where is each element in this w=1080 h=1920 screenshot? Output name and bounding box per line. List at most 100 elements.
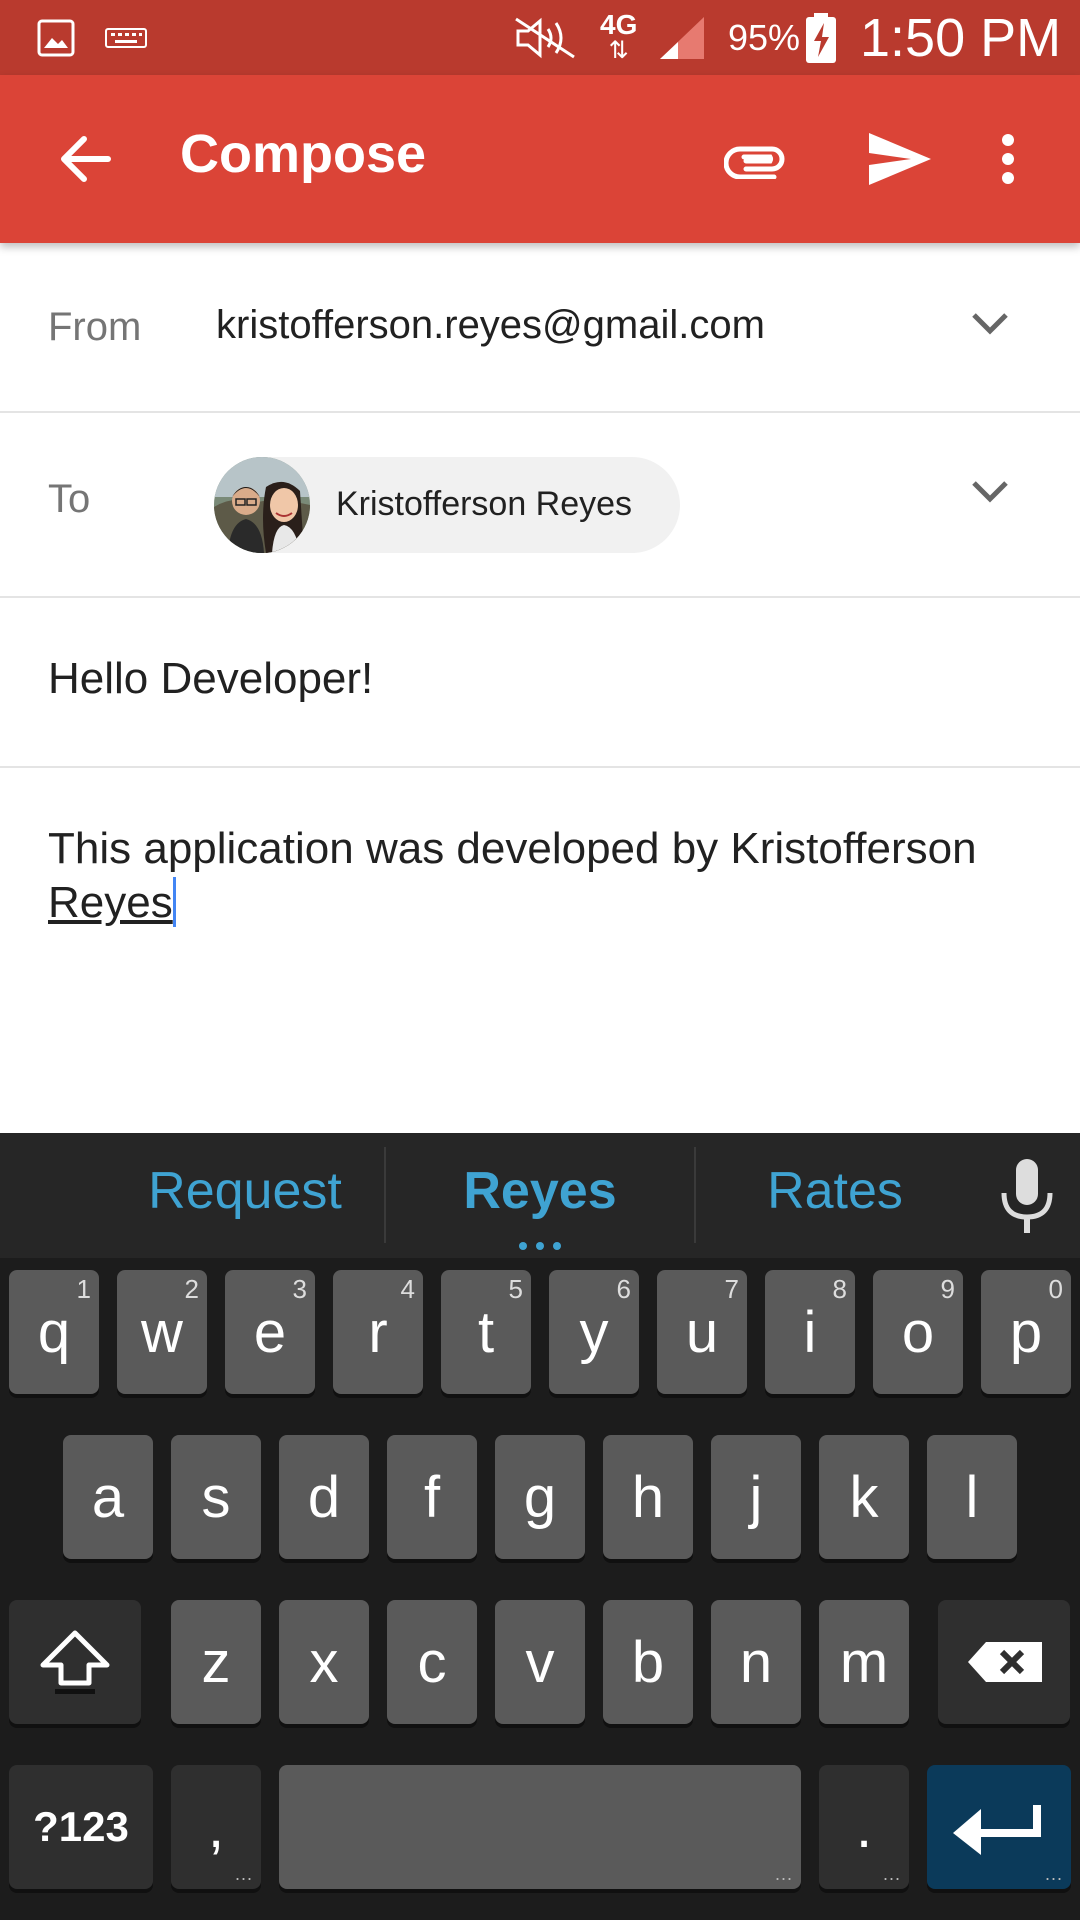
attach-button[interactable] (708, 119, 804, 199)
key-hint: 2 (184, 1274, 199, 1304)
app-bar: Compose (0, 75, 1080, 243)
subject-field[interactable]: Hello Developer! (48, 654, 373, 704)
key-z[interactable]: z (171, 1600, 261, 1724)
key-hint: 8 (832, 1274, 847, 1304)
key-l[interactable]: l (927, 1435, 1017, 1559)
key-hint: 5 (508, 1274, 523, 1304)
key-label: z (201, 1629, 231, 1695)
key-label: k (849, 1464, 879, 1530)
soft-keyboard: Request Reyes Rates q1w2e3r4t5y6u7i8o9p0… (0, 1133, 1080, 1920)
keyboard-icon (104, 0, 148, 75)
from-account[interactable]: kristofferson.reyes@gmail.com (216, 303, 765, 348)
key-label: y (579, 1299, 609, 1365)
key-label: l (965, 1464, 979, 1530)
key-label: d (307, 1464, 341, 1530)
key-r[interactable]: r4 (333, 1270, 423, 1394)
chevron-down-icon (972, 313, 1008, 335)
suggestion-1[interactable]: Request (110, 1161, 380, 1221)
symbols-key[interactable]: ?123 (9, 1765, 153, 1889)
key-n[interactable]: n (711, 1600, 801, 1724)
enter-icon (953, 1805, 1041, 1855)
key-hint: 6 (616, 1274, 631, 1304)
send-icon (869, 133, 931, 185)
more-vert-icon (1002, 134, 1014, 184)
key-q[interactable]: q1 (9, 1270, 99, 1394)
period-key[interactable]: .... (819, 1765, 909, 1889)
key-label: p (1009, 1299, 1043, 1365)
text-cursor (172, 877, 176, 927)
send-button[interactable] (852, 119, 948, 199)
key-x[interactable]: x (279, 1600, 369, 1724)
key-hint: 9 (940, 1274, 955, 1304)
mute-icon (510, 0, 582, 75)
key-f[interactable]: f (387, 1435, 477, 1559)
space-key[interactable]: ... (279, 1765, 801, 1889)
backspace-key[interactable] (938, 1600, 1070, 1724)
comma-key[interactable]: ,... (171, 1765, 261, 1889)
key-label: e (253, 1299, 287, 1365)
to-dropdown-button[interactable] (970, 477, 1024, 517)
key-t[interactable]: t5 (441, 1270, 531, 1394)
key-label: t (477, 1299, 495, 1365)
key-hint: 7 (724, 1274, 739, 1304)
to-row[interactable]: To Kristofferson Reyes (0, 413, 1080, 598)
key-label: h (631, 1464, 665, 1530)
key-label: r (368, 1299, 388, 1365)
key-hint: 1 (76, 1274, 91, 1304)
key-label: . (855, 1794, 873, 1860)
key-d[interactable]: d (279, 1435, 369, 1559)
key-u[interactable]: u7 (657, 1270, 747, 1394)
signal-icon (656, 0, 708, 75)
key-c[interactable]: c (387, 1600, 477, 1724)
key-label: g (523, 1464, 557, 1530)
key-w[interactable]: w2 (117, 1270, 207, 1394)
key-i[interactable]: i8 (765, 1270, 855, 1394)
key-label: ?123 (33, 1803, 129, 1850)
shift-icon (40, 1630, 110, 1694)
composing-word: Reyes (48, 878, 173, 927)
key-a[interactable]: a (63, 1435, 153, 1559)
key-h[interactable]: h (603, 1435, 693, 1559)
microphone-icon (1001, 1159, 1053, 1233)
key-p[interactable]: p0 (981, 1270, 1071, 1394)
suggestion-3[interactable]: Rates (700, 1161, 970, 1221)
from-row[interactable]: From kristofferson.reyes@gmail.com (0, 243, 1080, 413)
network-label: 4G (600, 8, 638, 40)
recipient-name: Kristofferson Reyes (336, 485, 633, 523)
suggestion-2[interactable]: Reyes (400, 1161, 680, 1221)
key-e[interactable]: e3 (225, 1270, 315, 1394)
key-g[interactable]: g (495, 1435, 585, 1559)
compose-body-field[interactable]: This application was developed by Kristo… (48, 822, 1048, 930)
key-o[interactable]: o9 (873, 1270, 963, 1394)
key-label: b (631, 1629, 665, 1695)
attachment-icon (724, 146, 785, 179)
key-k[interactable]: k (819, 1435, 909, 1559)
to-label: To (48, 477, 91, 521)
key-m[interactable]: m (819, 1600, 909, 1724)
battery-percent: 95% (728, 16, 801, 58)
key-v[interactable]: v (495, 1600, 585, 1724)
subject-row[interactable]: Hello Developer! (0, 598, 1080, 768)
recipient-chip[interactable]: Kristofferson Reyes (214, 457, 680, 553)
shift-key[interactable] (9, 1600, 141, 1724)
suggestion-strip: Request Reyes Rates (0, 1133, 1080, 1258)
key-label: x (309, 1629, 339, 1695)
backspace-icon (968, 1642, 1042, 1682)
key-label: o (901, 1299, 935, 1365)
key-j[interactable]: j (711, 1435, 801, 1559)
back-button[interactable] (40, 119, 130, 199)
more-keys-dots: ... (234, 1864, 253, 1884)
key-y[interactable]: y6 (549, 1270, 639, 1394)
enter-key[interactable]: ... (927, 1765, 1071, 1889)
key-s[interactable]: s (171, 1435, 261, 1559)
more-suggestions-icon (519, 1242, 561, 1250)
gallery-icon (36, 0, 76, 75)
voice-input-button[interactable] (992, 1155, 1062, 1239)
from-dropdown-button[interactable] (970, 309, 1024, 349)
status-bar: 4G ⇅ 95% 1:50 PM (0, 0, 1080, 75)
more-options-button[interactable] (980, 119, 1036, 199)
key-hint: 0 (1048, 1274, 1063, 1304)
key-label: v (525, 1629, 555, 1695)
key-b[interactable]: b (603, 1600, 693, 1724)
network-icon: 4G ⇅ (600, 8, 638, 64)
